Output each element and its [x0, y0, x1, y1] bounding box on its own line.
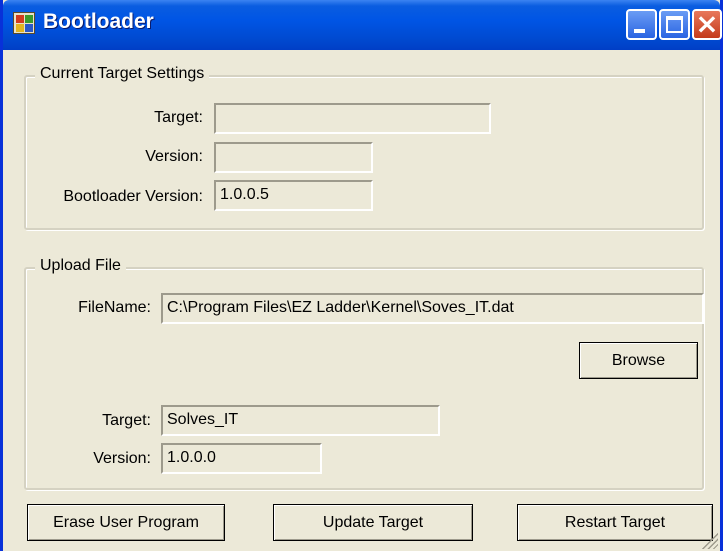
bootloader-version-field: 1.0.0.5 [214, 180, 373, 211]
close-button[interactable]: × [692, 9, 722, 40]
current-target-field [214, 103, 491, 134]
restart-target-button[interactable]: Restart Target [517, 504, 713, 541]
window-title: Bootloader [43, 10, 154, 33]
resize-grip[interactable] [700, 531, 718, 549]
current-target-label: Target: [154, 109, 203, 126]
upload-target-label: Target: [102, 412, 151, 429]
current-version-label: Version: [145, 148, 203, 165]
maximize-icon [666, 16, 683, 33]
bootloader-window: Bootloader × Current Target Settings Tar… [0, 0, 723, 551]
app-icon [13, 12, 35, 34]
current-target-settings-legend: Current Target Settings [35, 65, 210, 83]
title-bar[interactable]: Bootloader × [3, 0, 722, 50]
update-target-button[interactable]: Update Target [273, 504, 473, 541]
browse-button[interactable]: Browse [579, 342, 698, 379]
upload-target-field: Solves_IT [161, 405, 440, 436]
minimize-icon [634, 29, 645, 33]
upload-file-legend: Upload File [35, 257, 126, 275]
upload-version-field: 1.0.0.0 [161, 443, 322, 474]
bootloader-version-label: Bootloader Version: [63, 188, 203, 205]
current-version-field [214, 142, 373, 173]
erase-user-program-button[interactable]: Erase User Program [27, 504, 225, 541]
close-icon: × [695, 7, 719, 40]
minimize-button[interactable] [626, 9, 657, 40]
filename-field: C:\Program Files\EZ Ladder\Kernel\Soves_… [161, 293, 704, 324]
upload-version-label: Version: [93, 450, 151, 467]
maximize-button[interactable] [659, 9, 690, 40]
filename-label: FileName: [78, 299, 151, 316]
